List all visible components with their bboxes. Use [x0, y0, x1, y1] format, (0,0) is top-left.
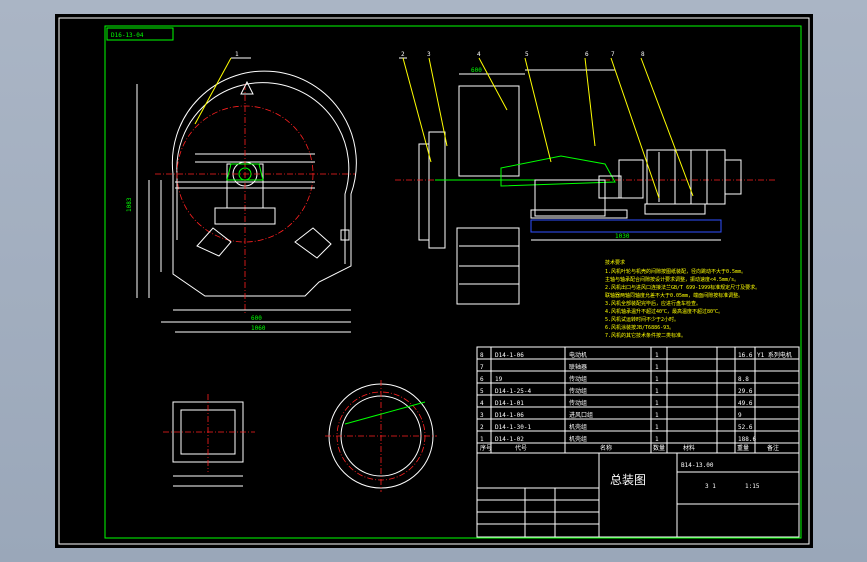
bom-cell-no: 5: [480, 388, 484, 395]
dim-width-1: 600: [251, 315, 262, 322]
bom-cell-no: 7: [480, 364, 484, 371]
bom-cell-name: 电动机: [569, 351, 587, 359]
bom-cell-qty: 1: [655, 412, 659, 419]
bom-cell-name: 进风口组: [569, 411, 593, 419]
bom-table: 8 D14-1-06 电动机 1 16.6 Y1 系列电机7 联轴器 16 19 传动组 1 8.85…: [476, 346, 800, 454]
square-flange-view: [163, 394, 255, 487]
bom-cell-name: 联轴器: [569, 363, 587, 371]
bom-cell-weight: 52.6: [738, 424, 753, 431]
svg-text:4.风机轴承温升不超过40℃，最高温度不超过80℃。: 4.风机轴承温升不超过40℃，最高温度不超过80℃。: [605, 308, 723, 315]
bom-cell-no: 4: [480, 400, 484, 407]
bom-cell-code: D14-1-30-1: [495, 424, 532, 431]
bom-cell-weight: 49.6: [738, 400, 753, 407]
svg-text:主轴与轴承配合间隙按设计要求调整，振动速度<4.5mm/s。: 主轴与轴承配合间隙按设计要求调整，振动速度<4.5mm/s。: [605, 276, 739, 283]
bom-cell-code: D14-1-06: [495, 412, 524, 419]
svg-text:2.风机出口与进风口连接法兰GB/T 699-1999标准规: 2.风机出口与进风口连接法兰GB/T 699-1999标准规定尺寸及要求。: [605, 284, 760, 291]
svg-text:1.风机叶轮与机壳的间隙按图纸装配，径向跳动不大于0.5mm: 1.风机叶轮与机壳的间隙按图纸装配，径向跳动不大于0.5mm。: [605, 268, 746, 275]
bom-cell-weight: 29.6: [738, 388, 753, 395]
svg-text:数量: 数量: [653, 444, 665, 452]
dim-side-top: 600: [471, 67, 482, 74]
svg-text:重量: 重量: [737, 444, 749, 452]
title-block: 总装图 B14-13.00 1:15 3 1: [476, 452, 800, 538]
svg-text:3: 3: [427, 51, 431, 58]
dim-base-span: 1030: [615, 233, 630, 240]
svg-text:名称: 名称: [600, 444, 612, 452]
bom-cell-no: 6: [480, 376, 484, 383]
bom-cell-weight: 188.6: [738, 436, 756, 443]
bom-cell-name: 机壳组: [569, 423, 587, 431]
svg-text:联轴器两轴同轴度允差不大于0.05mm，端面间隙按标准调整。: 联轴器两轴同轴度允差不大于0.05mm，端面间隙按标准调整。: [605, 292, 743, 299]
bom-cell-name: 传动组: [569, 399, 587, 407]
dim-height: 1083: [126, 197, 133, 212]
cad-viewport: D16-13-04 1083 600 1060 1 600 1030 2 3 4…: [0, 0, 867, 562]
round-flange-view: [325, 380, 437, 492]
drawing-sheet[interactable]: D16-13-04 1083 600 1060 1 600 1030 2 3 4…: [55, 14, 813, 548]
bom-cell-code: D14-1-25-4: [495, 388, 532, 395]
svg-text:7: 7: [611, 51, 615, 58]
bom-cell-name: 机壳组: [569, 435, 587, 443]
coupling: [618, 159, 644, 199]
drawing-title: 总装图: [610, 473, 646, 487]
bom-cell-qty: 1: [655, 424, 659, 431]
side-view: 600 1030 2 3 4 5 6 7 8: [395, 51, 775, 305]
bom-cell-code: D14-1-06: [495, 352, 524, 359]
bom-cell-code: D14-1-02: [495, 436, 524, 443]
bom-cell-weight: 16.6: [738, 352, 753, 359]
dim-width-2: 1060: [251, 325, 266, 332]
bom-cell-qty: 1: [655, 364, 659, 371]
code-tag-text: D16-13-04: [111, 32, 144, 39]
bom-cell-code: 19: [495, 376, 503, 383]
bom-cell-no: 8: [480, 352, 484, 359]
assembly-drawing: D16-13-04 1083 600 1060 1 600 1030 2 3 4…: [58, 17, 810, 545]
bom-cell-no: 2: [480, 424, 484, 431]
bom-cell-qty: 1: [655, 352, 659, 359]
svg-text:备注: 备注: [767, 444, 779, 452]
bom-cell-qty: 1: [655, 436, 659, 443]
svg-text:材料: 材料: [683, 444, 695, 452]
technical-requirements: 技术要求 1.风机叶轮与机壳的间隙按图纸装配，径向跳动不大于0.5mm。 主轴与…: [605, 259, 760, 339]
bom-cell-no: 1: [480, 436, 484, 443]
bom-cell-weight: 9: [738, 412, 742, 419]
drawing-scale: 1:15: [745, 483, 760, 490]
bom-cell-qty: 1: [655, 376, 659, 383]
front-view: 1083 600 1060 1: [126, 51, 357, 333]
svg-text:6.风机涂装按JB/T6886-93。: 6.风机涂装按JB/T6886-93。: [605, 324, 674, 331]
svg-text:5.风机试运转时间不少于2小时。: 5.风机试运转时间不少于2小时。: [605, 316, 679, 323]
drawing-sheet-no: 3 1: [705, 483, 716, 490]
bom-cell-note: Y1 系列电机: [757, 351, 792, 359]
bom-cell-qty: 1: [655, 400, 659, 407]
bom-cell-qty: 1: [655, 388, 659, 395]
bom-cell-no: 3: [480, 412, 484, 419]
svg-text:2: 2: [401, 51, 405, 58]
svg-text:7.风机的其它技术条件按二类标准。: 7.风机的其它技术条件按二类标准。: [605, 332, 686, 339]
bom-cell-name: 传动组: [569, 375, 587, 383]
svg-text:序号: 序号: [480, 444, 492, 452]
bom-cell-code: D14-1-01: [495, 400, 524, 407]
svg-text:4: 4: [477, 51, 481, 58]
svg-text:代号: 代号: [515, 444, 527, 452]
svg-text:1: 1: [235, 51, 239, 58]
bom-cell-weight: 8.8: [738, 376, 749, 383]
bom-cell-name: 传动组: [569, 387, 587, 395]
svg-text:8: 8: [641, 51, 645, 58]
svg-text:6: 6: [585, 51, 589, 58]
svg-text:3.风机全部装配完毕后，应进行盘车检查。: 3.风机全部装配完毕后，应进行盘车检查。: [605, 300, 701, 307]
svg-text:5: 5: [525, 51, 529, 58]
drawing-number: B14-13.00: [681, 462, 714, 469]
tech-req-title: 技术要求: [605, 259, 625, 266]
